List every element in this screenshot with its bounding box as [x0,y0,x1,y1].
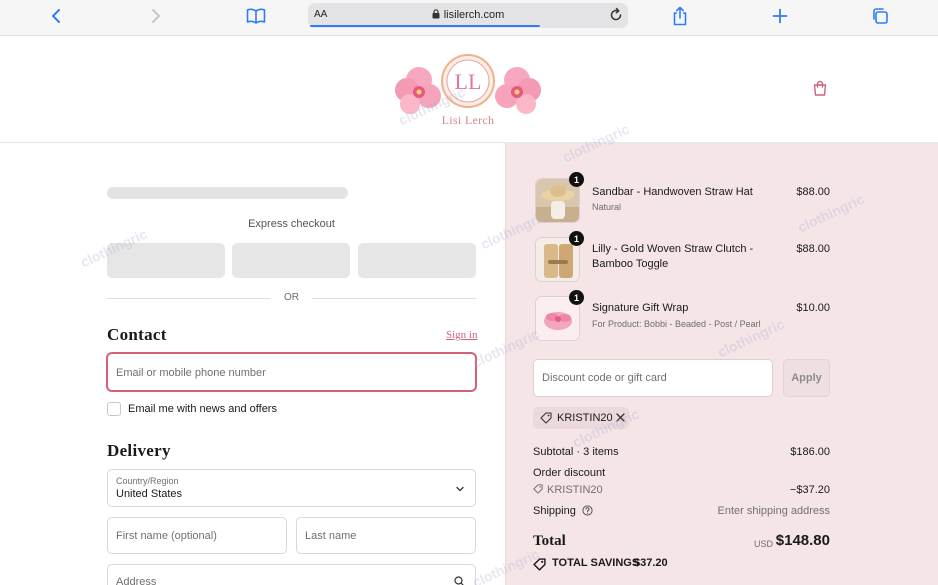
item-price: $10.00 [796,302,830,314]
shipping-label: Shipping [533,505,576,517]
country-value: United States [116,488,183,500]
reload-icon[interactable] [608,7,624,23]
url-display: lisilerch.com [308,9,628,21]
total-currency: USD [754,539,774,549]
item-variant: For Product: Bobbi - Beaded - Post / Pea… [592,319,761,329]
item-name: Lilly - Gold Woven Straw Clutch - Bamboo… [592,243,754,270]
item-variant: Natural [592,202,622,212]
item-name: Sandbar - Handwoven Straw Hat [592,186,753,198]
browser-toolbar: AA lisilerch.com [0,0,938,36]
order-discount-code: KRISTIN20 [547,484,603,496]
share-icon [673,6,687,26]
country-label: Country/Region [116,476,179,486]
applied-code-chip: KRISTIN20 [533,407,629,429]
express-pay-button-2[interactable] [232,243,350,278]
quantity-badge: 1 [569,290,584,305]
first-name-field[interactable]: First name (optional) [107,517,287,554]
monogram-seal: LL [441,54,495,108]
tabs-icon [873,8,888,24]
chevron-left-icon [52,9,60,23]
remove-code-icon[interactable] [615,412,626,423]
share-button[interactable] [666,4,694,28]
plus-icon [772,8,788,24]
last-name-placeholder: Last name [305,530,357,542]
first-name-placeholder: First name (optional) [116,530,217,542]
order-discount-value: −$37.20 [789,484,830,496]
order-discount-code-row: KRISTIN20 [533,484,603,496]
delivery-heading: Delivery [107,441,171,460]
tag-icon [533,484,543,494]
email-field[interactable]: Email or mobile phone number [107,353,476,391]
loading-placeholder [107,187,348,199]
email-placeholder: Email or mobile phone number [116,367,266,379]
checkout-form: Express checkout OR Contact Sign in Emai… [0,143,505,585]
address-placeholder: Address [116,576,157,585]
total-value: $148.80 [775,532,830,549]
address-field[interactable]: Address [107,564,476,585]
order-discount-label: Order discount [533,467,606,479]
forward-button[interactable] [142,4,170,28]
quantity-badge: 1 [569,172,584,187]
bookmarks-button[interactable] [242,4,270,28]
sign-in-link[interactable]: Sign in [446,329,477,341]
hibiscus-right-icon [495,67,541,114]
search-icon [454,576,464,585]
discount-placeholder: Discount code or gift card [542,372,667,384]
item-price: $88.00 [796,186,830,198]
apply-discount-button[interactable]: Apply [783,359,830,397]
back-button[interactable] [42,4,70,28]
shipping-row-label: Shipping [533,505,593,517]
item-name: Signature Gift Wrap [592,302,689,314]
quantity-badge: 1 [569,231,584,246]
order-summary: 1 Sandbar - Handwoven Straw Hat Natural … [505,143,938,585]
chevron-right-icon [152,9,160,23]
subtotal-label: Subtotal · 3 items [533,446,619,458]
monogram-text: LL [455,69,482,94]
url-text: lisilerch.com [443,9,505,21]
newsletter-checkbox[interactable] [107,402,121,416]
tag-icon [540,412,552,424]
tabs-button[interactable] [866,4,894,28]
express-pay-button-1[interactable] [107,243,225,278]
brand-name: Lisi Lerch [441,113,495,127]
hibiscus-left-icon [395,67,441,114]
total-savings-value: $37.20 [634,557,668,569]
total-savings-label: TOTAL SAVINGS [552,557,640,569]
shipping-value: Enter shipping address [717,505,830,517]
divider-line [312,298,476,299]
shopping-bag-icon[interactable] [811,79,829,97]
discount-code-field[interactable]: Discount code or gift card [533,359,773,397]
express-pay-button-3[interactable] [358,243,476,278]
new-tab-button[interactable] [766,4,794,28]
site-header: LL Lisi Lerch [0,36,938,143]
express-checkout-label: Express checkout [248,218,335,230]
newsletter-label: Email me with news and offers [128,403,277,415]
or-divider: OR [107,292,476,304]
item-price: $88.00 [796,243,830,255]
applied-code-text: KRISTIN20 [557,412,613,424]
address-bar[interactable]: AA lisilerch.com [308,3,628,28]
country-select[interactable]: Country/Region United States [107,469,476,507]
help-icon[interactable] [582,505,593,516]
book-icon [246,8,266,24]
contact-heading: Contact [107,325,167,344]
chevron-down-icon [456,486,464,492]
last-name-field[interactable]: Last name [296,517,476,554]
total-label: Total [533,533,566,549]
subtotal-value: $186.00 [790,446,830,458]
tag-icon [533,558,546,571]
page-load-progress [310,25,540,27]
lock-icon [432,9,440,19]
